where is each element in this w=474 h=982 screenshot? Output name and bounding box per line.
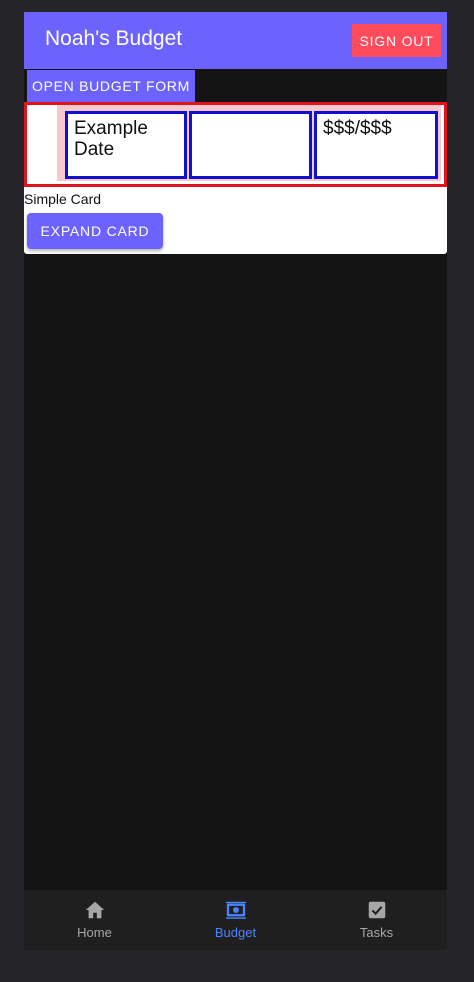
amount-cell: $$$/$$$ [314, 111, 438, 179]
nav-item-label: Tasks [359, 925, 394, 940]
expand-card-button[interactable]: EXPAND CARD [27, 213, 163, 249]
money-icon [225, 901, 246, 919]
nav-item-home[interactable]: Home [24, 890, 165, 950]
budget-card: Example Date $$$/$$$ Simple Card EXPAND … [24, 102, 447, 254]
bottom-navigation: Home Budget Tasks [24, 890, 447, 950]
sign-out-button[interactable]: SIGN OUT [352, 24, 441, 57]
nav-item-tasks[interactable]: Tasks [306, 890, 447, 950]
nav-item-budget[interactable]: Budget [165, 890, 306, 950]
card-label: Simple Card [24, 191, 102, 207]
checkbox-icon [368, 901, 385, 919]
app-bar: Noah's Budget SIGN OUT [24, 12, 447, 69]
nav-item-label: Budget [214, 925, 257, 940]
app-screen: Noah's Budget SIGN OUT OPEN BUDGET FORM … [24, 12, 447, 950]
date-cell: Example Date [65, 111, 187, 179]
home-icon [85, 901, 104, 919]
nav-item-label: Home [77, 925, 112, 940]
middle-cell [189, 111, 312, 179]
app-title: Noah's Budget [45, 27, 183, 50]
open-budget-form-button[interactable]: OPEN BUDGET FORM [27, 70, 195, 102]
